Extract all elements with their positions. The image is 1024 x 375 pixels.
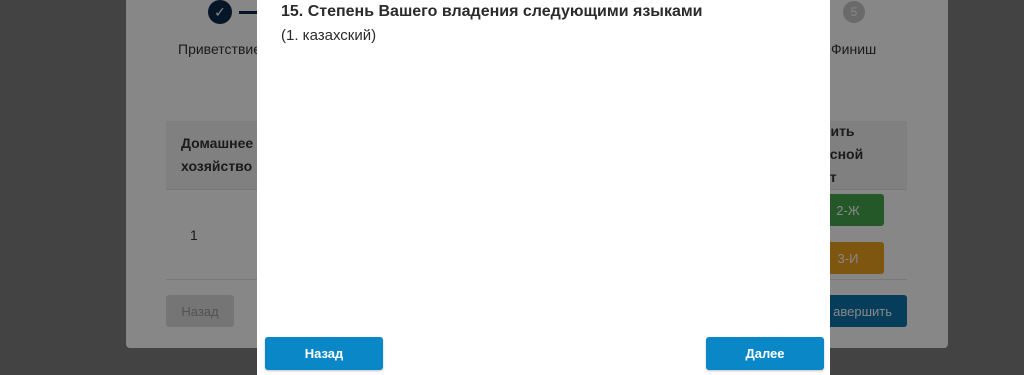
question-modal: 15. Степень Вашего владения следующими я… bbox=[257, 0, 830, 375]
modal-subtitle: (1. казахский) bbox=[281, 27, 377, 44]
modal-next-button[interactable]: Далее bbox=[706, 337, 824, 370]
modal-back-button[interactable]: Назад bbox=[265, 337, 383, 370]
modal-title: 15. Степень Вашего владения следующими я… bbox=[281, 3, 703, 20]
